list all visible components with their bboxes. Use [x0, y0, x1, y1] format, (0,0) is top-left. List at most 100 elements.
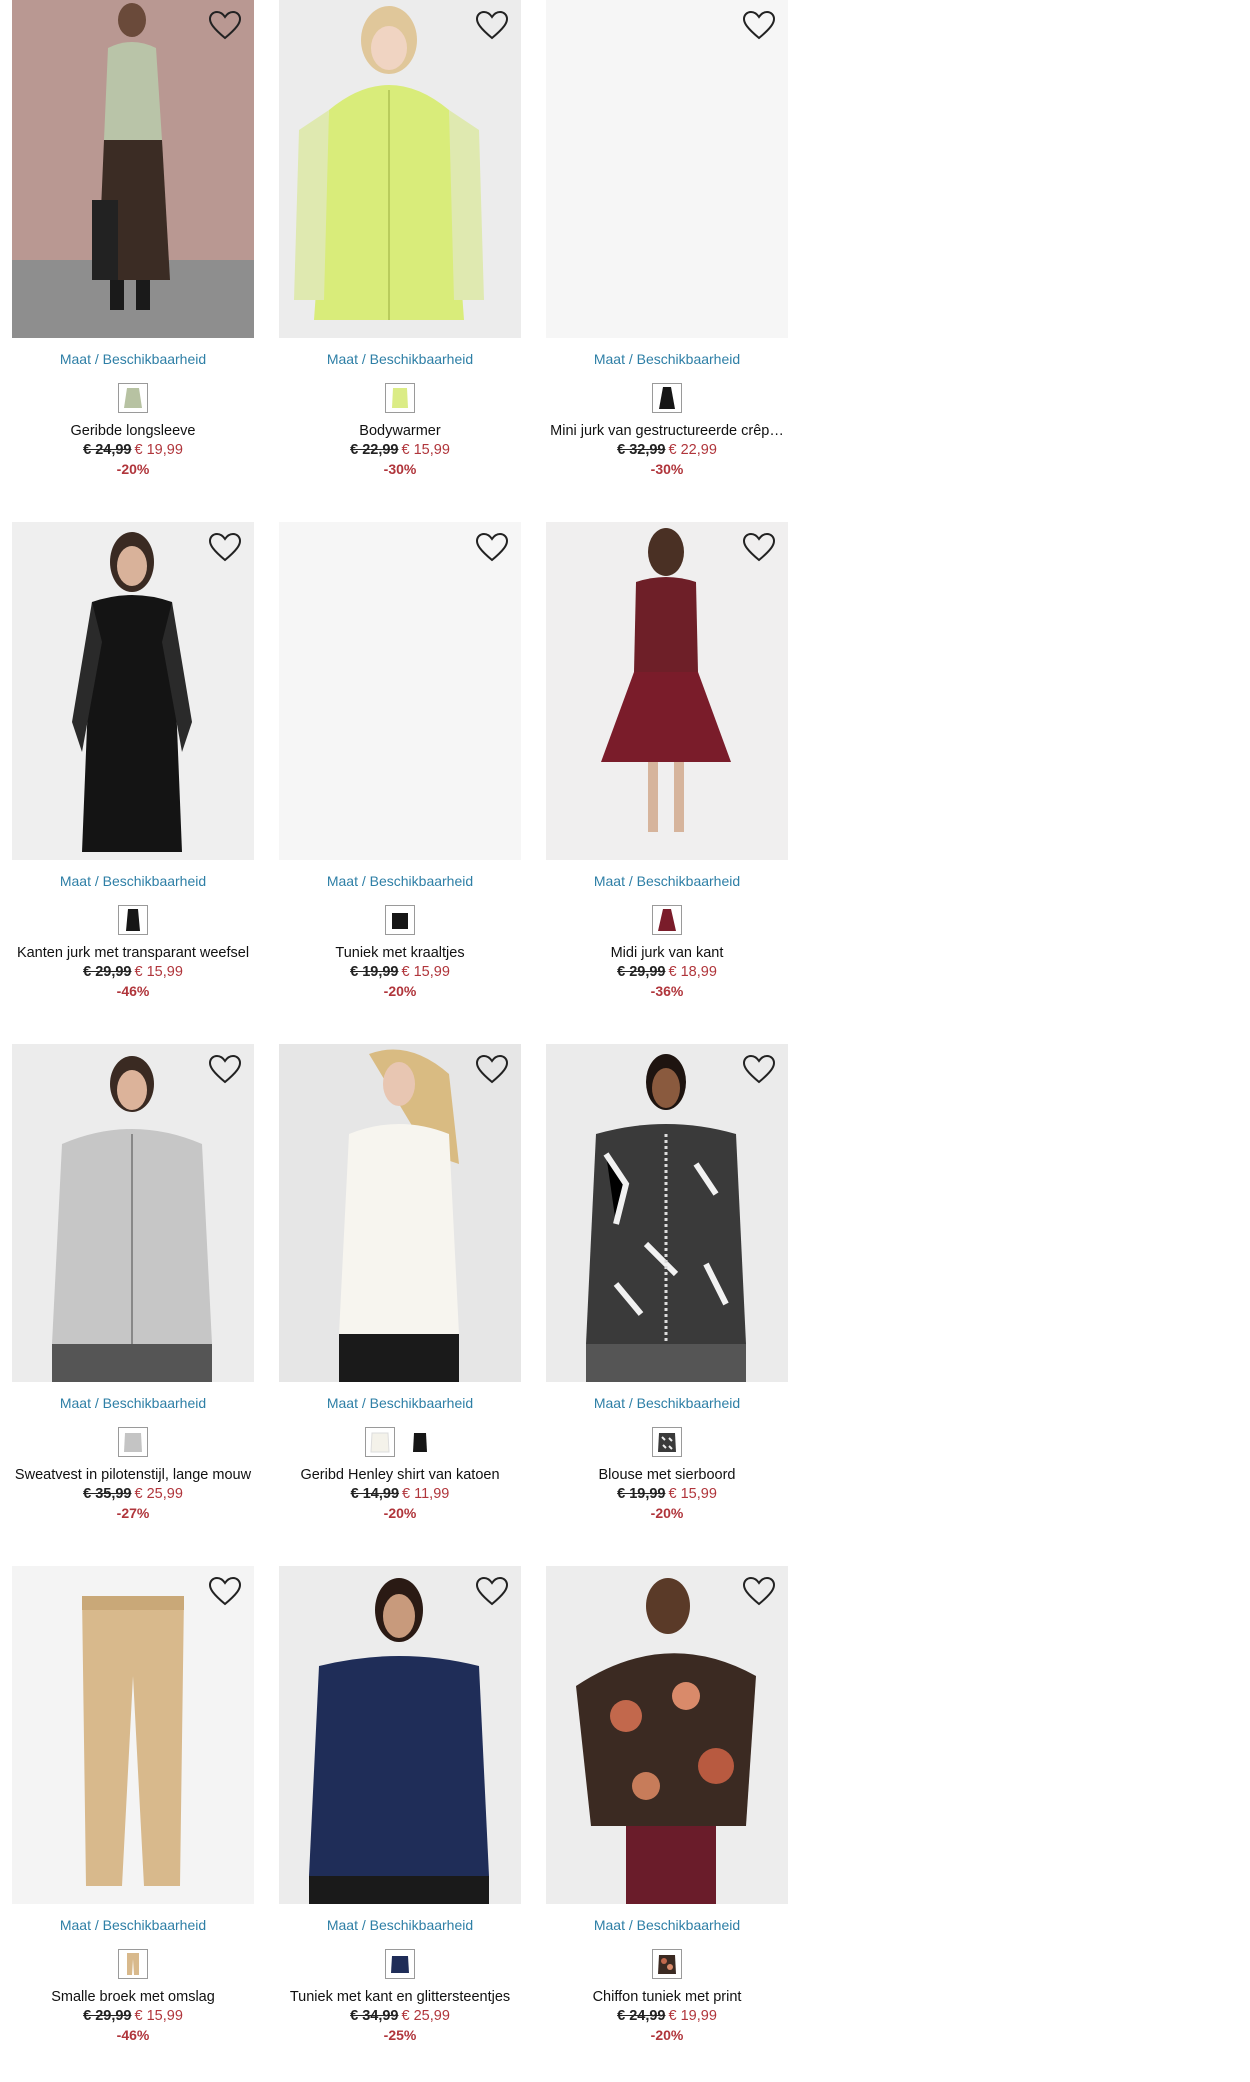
- product-card[interactable]: Maat / Beschikbaarheid Blouse met sierbo…: [546, 1044, 788, 1521]
- discount-badge: -30%: [383, 461, 417, 477]
- heart-icon[interactable]: [208, 532, 242, 562]
- price-row: € 19,99 € 15,99: [279, 964, 521, 980]
- size-availability-link[interactable]: Maat / Beschikbaarheid: [279, 1917, 521, 1933]
- heart-icon[interactable]: [475, 532, 509, 562]
- color-swatches: [12, 1949, 254, 1979]
- color-swatch-white[interactable]: [365, 1427, 395, 1457]
- product-card[interactable]: Maat / Beschikbaarheid Geribd Henley shi…: [279, 1044, 521, 1521]
- size-availability-link[interactable]: Maat / Beschikbaarheid: [546, 1917, 788, 1933]
- sale-price: € 18,99: [668, 964, 717, 980]
- product-image[interactable]: [279, 522, 521, 860]
- heart-icon[interactable]: [208, 10, 242, 40]
- size-availability-link[interactable]: Maat / Beschikbaarheid: [546, 1395, 788, 1411]
- product-card[interactable]: Maat / Beschikbaarheid Sweatvest in pilo…: [12, 1044, 254, 1521]
- model-photo: [279, 0, 521, 338]
- size-availability-link[interactable]: Maat / Beschikbaarheid: [12, 873, 254, 889]
- old-price: € 34,99: [350, 2008, 399, 2024]
- product-image[interactable]: [546, 1566, 788, 1904]
- product-title[interactable]: Geribde longsleeve: [12, 423, 254, 439]
- product-image[interactable]: [546, 522, 788, 860]
- heart-icon[interactable]: [475, 1576, 509, 1606]
- heart-icon[interactable]: [742, 1054, 776, 1084]
- price-row: € 22,99 € 15,99: [279, 442, 521, 458]
- product-title[interactable]: Chiffon tuniek met print: [546, 1989, 788, 2005]
- product-card[interactable]: Maat / Beschikbaarheid Bodywarmer € 22,9…: [279, 0, 521, 477]
- color-swatches: [279, 383, 521, 413]
- heart-icon[interactable]: [208, 1054, 242, 1084]
- product-title[interactable]: Kanten jurk met transparant weefsel: [12, 945, 254, 961]
- color-swatch-navy[interactable]: [385, 1949, 415, 1979]
- heart-icon[interactable]: [475, 10, 509, 40]
- color-swatch-sage[interactable]: [118, 383, 148, 413]
- product-card[interactable]: Maat / Beschikbaarheid Smalle broek met …: [12, 1566, 254, 2043]
- product-card[interactable]: Maat / Beschikbaarheid Kanten jurk met t…: [12, 522, 254, 999]
- product-card[interactable]: Maat / Beschikbaarheid Tuniek met kraalt…: [279, 522, 521, 999]
- product-title[interactable]: Tuniek met kant en glittersteentjes: [279, 1989, 521, 2005]
- product-image[interactable]: [12, 522, 254, 860]
- old-price: € 24,99: [617, 2008, 666, 2024]
- product-image[interactable]: [546, 1044, 788, 1382]
- product-card[interactable]: Maat / Beschikbaarheid Midi jurk van kan…: [546, 522, 788, 999]
- sale-price: € 11,99: [402, 1486, 450, 1502]
- sale-price: € 15,99: [134, 964, 183, 980]
- price-row: € 29,99 € 15,99: [12, 2008, 254, 2024]
- color-swatch-print[interactable]: [652, 1427, 682, 1457]
- product-image[interactable]: [279, 0, 521, 338]
- product-card[interactable]: Maat / Beschikbaarheid Geribde longsleev…: [12, 0, 254, 477]
- product-title[interactable]: Blouse met sierboord: [546, 1467, 788, 1483]
- product-image[interactable]: [279, 1044, 521, 1382]
- size-availability-link[interactable]: Maat / Beschikbaarheid: [279, 351, 521, 367]
- size-availability-link[interactable]: Maat / Beschikbaarheid: [279, 873, 521, 889]
- color-swatch-black[interactable]: [385, 905, 415, 935]
- heart-icon[interactable]: [742, 10, 776, 40]
- price-row: € 24,99 € 19,99: [12, 442, 254, 458]
- product-title[interactable]: Sweatvest in pilotenstijl, lange mouw: [12, 1467, 254, 1483]
- model-photo: [279, 1566, 521, 1904]
- color-swatch-beige[interactable]: [118, 1949, 148, 1979]
- model-photo: [12, 1566, 254, 1904]
- heart-icon[interactable]: [742, 1576, 776, 1606]
- product-title[interactable]: Midi jurk van kant: [546, 945, 788, 961]
- product-title[interactable]: Tuniek met kraaltjes: [279, 945, 521, 961]
- heart-icon[interactable]: [208, 1576, 242, 1606]
- old-price: € 29,99: [617, 964, 666, 980]
- product-card[interactable]: Maat / Beschikbaarheid Mini jurk van ges…: [546, 0, 788, 477]
- color-swatch-black[interactable]: [652, 383, 682, 413]
- product-image[interactable]: [546, 0, 788, 338]
- old-price: € 35,99: [83, 1486, 132, 1502]
- product-title[interactable]: Bodywarmer: [279, 423, 521, 439]
- color-swatch-lime[interactable]: [385, 383, 415, 413]
- product-image[interactable]: [12, 1566, 254, 1904]
- color-swatch-floral[interactable]: [652, 1949, 682, 1979]
- discount-badge: -27%: [116, 1505, 150, 1521]
- size-availability-link[interactable]: Maat / Beschikbaarheid: [546, 351, 788, 367]
- color-swatch-burgundy[interactable]: [652, 905, 682, 935]
- size-availability-link[interactable]: Maat / Beschikbaarheid: [12, 1395, 254, 1411]
- size-availability-link[interactable]: Maat / Beschikbaarheid: [546, 873, 788, 889]
- product-title[interactable]: Mini jurk van gestructureerde crêp…: [546, 423, 788, 439]
- product-title[interactable]: Smalle broek met omslag: [12, 1989, 254, 2005]
- color-swatch-black[interactable]: [118, 905, 148, 935]
- product-image[interactable]: [12, 0, 254, 338]
- model-photo: [12, 0, 254, 338]
- heart-icon[interactable]: [742, 532, 776, 562]
- size-availability-link[interactable]: Maat / Beschikbaarheid: [279, 1395, 521, 1411]
- model-photo: [12, 1044, 254, 1382]
- product-card[interactable]: Maat / Beschikbaarheid Chiffon tuniek me…: [546, 1566, 788, 2043]
- sale-price: € 15,99: [401, 442, 450, 458]
- color-swatches: [279, 1949, 521, 1979]
- model-photo: [546, 1044, 788, 1382]
- sale-price: € 25,99: [401, 2008, 450, 2024]
- color-swatch-black[interactable]: [405, 1427, 435, 1457]
- product-title[interactable]: Geribd Henley shirt van katoen: [279, 1467, 521, 1483]
- product-card[interactable]: Maat / Beschikbaarheid Tuniek met kant e…: [279, 1566, 521, 2043]
- color-swatches: [12, 1427, 254, 1457]
- price-row: € 32,99 € 22,99: [546, 442, 788, 458]
- heart-icon[interactable]: [475, 1054, 509, 1084]
- product-image[interactable]: [279, 1566, 521, 1904]
- color-swatch-grey[interactable]: [118, 1427, 148, 1457]
- size-availability-link[interactable]: Maat / Beschikbaarheid: [12, 1917, 254, 1933]
- size-availability-link[interactable]: Maat / Beschikbaarheid: [12, 351, 254, 367]
- discount-badge: -36%: [650, 983, 684, 999]
- product-image[interactable]: [12, 1044, 254, 1382]
